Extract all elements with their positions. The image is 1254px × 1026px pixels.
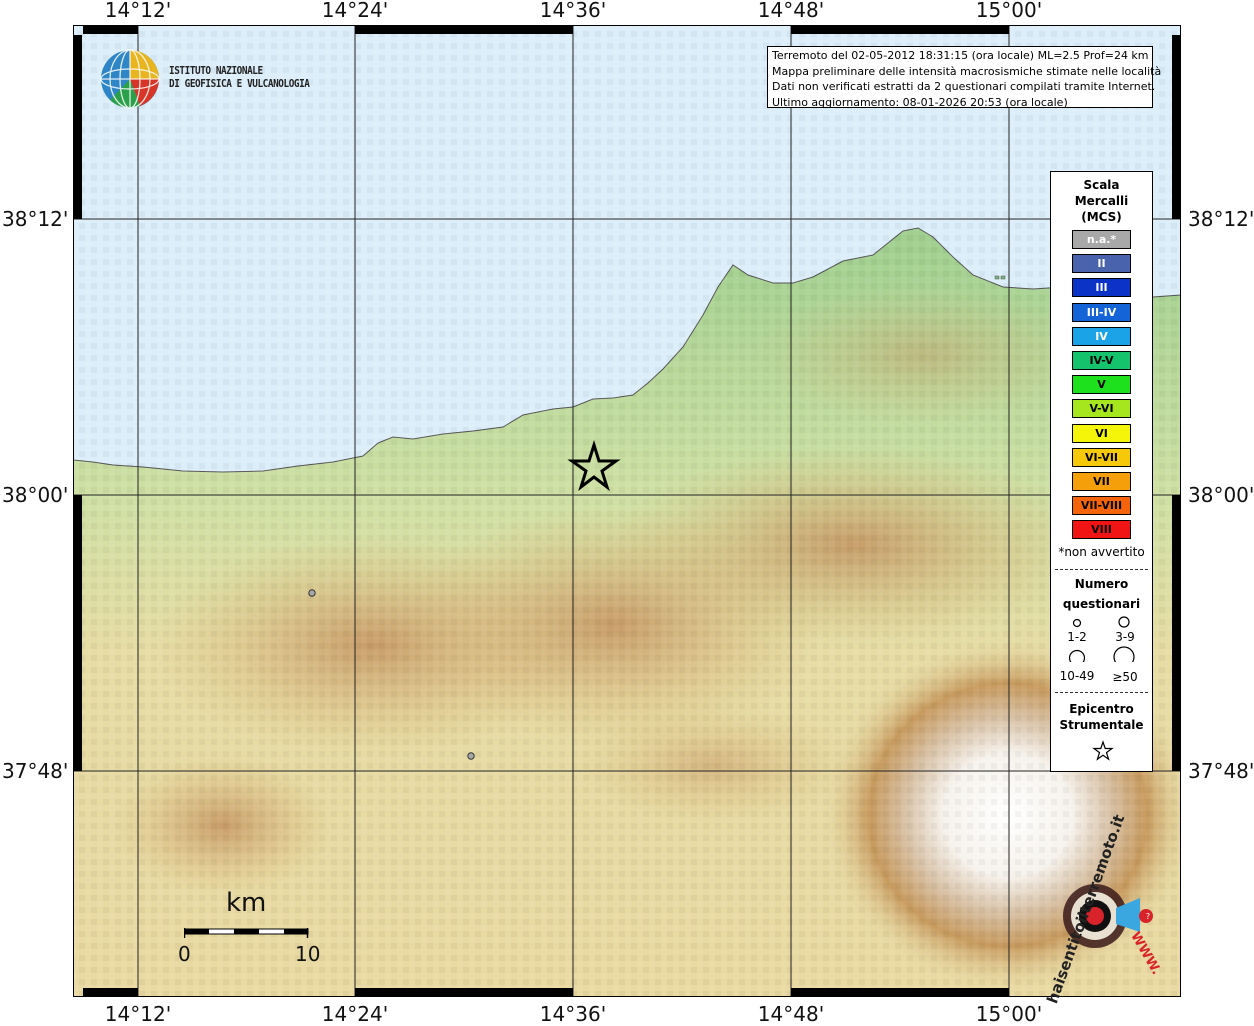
scale-ruler [184, 928, 309, 938]
mcs-level-swatch: III [1072, 278, 1131, 298]
bottom-tick-label: 14°36' [539, 1002, 607, 1026]
bottom-tick-label: 14°24' [321, 1002, 389, 1026]
scale-min: 0 [178, 942, 191, 966]
q-size-label: ≥50 [1112, 670, 1138, 684]
epicenter-star-icon [1092, 740, 1114, 761]
legend-title: Scala [1083, 178, 1120, 192]
scale-bar: km 0 10 [178, 888, 321, 968]
questionnaires-title: Numero [1074, 577, 1129, 591]
event-info-line: Terremoto del 02-05-2012 18:31:15 (ora l… [772, 49, 1149, 62]
islet [994, 275, 1000, 280]
left-tick-label: 38°00' [2, 483, 69, 507]
mcs-level-swatch: n.a.* [1072, 230, 1131, 249]
event-info-line: Ultimo aggiornamento: 08-01-2026 20:53 (… [772, 95, 1068, 109]
scale-max: 10 [295, 942, 321, 966]
ingv-name: ISTITUTO NAZIONALE DI GEOFISICA E VULCAN… [169, 64, 310, 90]
left-tick-label: 37°48' [2, 759, 69, 783]
event-info-line: Mappa preliminare delle intensità macros… [772, 64, 1162, 78]
mcs-level-swatch: VII [1072, 472, 1131, 491]
questionnaires-title: questionari [1062, 597, 1141, 611]
q-size-label: 10-49 [1059, 669, 1095, 683]
mcs-level-swatch: II [1072, 254, 1131, 274]
mcs-level-swatch: III-IV [1072, 302, 1131, 322]
top-tick-label: 14°36' [539, 0, 607, 22]
mcs-level-swatch: VII-VIII [1072, 496, 1131, 516]
svg-text:?: ? [1146, 912, 1150, 921]
haisentito-logo: ? haisentitoilterremoto.it WWW. [1030, 812, 1170, 1006]
mcs-level-swatch: VI-VII [1072, 447, 1131, 467]
top-tick-label: 15°00' [975, 0, 1043, 22]
mcs-level-swatch: V [1072, 375, 1131, 395]
epicenter-title: Epicentro [1069, 702, 1134, 716]
bottom-tick-label: 15°00' [975, 1002, 1043, 1026]
legend: Scala Mercalli (MCS) n.a.* II III III-IV IV I… [1050, 171, 1153, 772]
islet [1000, 275, 1006, 280]
right-tick-label: 38°00' [1188, 483, 1254, 507]
legend-title: Mercalli [1074, 194, 1129, 208]
top-tick-label: 14°12' [104, 0, 172, 22]
top-tick-label: 14°48' [757, 0, 825, 22]
questionnaire-point[interactable] [467, 752, 475, 760]
legend-title: (MCS) [1081, 210, 1122, 224]
mcs-level-swatch: V-VI [1072, 399, 1131, 419]
bottom-tick-label: 14°12' [104, 1002, 172, 1026]
event-info-line: Dati non verificati estratti da 2 questi… [772, 80, 1156, 93]
q-size-label: 3-9 [1115, 630, 1135, 644]
top-tick-label: 14°24' [321, 0, 389, 22]
legend-divider [1055, 692, 1148, 693]
bottom-tick-label: 14°48' [757, 1002, 825, 1026]
questionnaire-point[interactable] [308, 589, 316, 597]
right-tick-label: 38°12' [1188, 207, 1254, 231]
mcs-level-swatch: IV [1072, 326, 1131, 346]
not-felt-note: *non avvertito [1058, 545, 1145, 559]
scale-unit: km [226, 888, 267, 918]
mcs-level-swatch: VIII [1072, 520, 1131, 540]
globe-icon [100, 49, 160, 109]
event-info-box: Terremoto del 02-05-2012 18:31:15 (ora l… [767, 46, 1162, 109]
right-tick-label: 37°48' [1188, 759, 1254, 783]
map-area[interactable] [73, 25, 1181, 997]
terrain-map[interactable] [73, 25, 1181, 997]
left-tick-label: 38°12' [2, 207, 69, 231]
legend-divider [1055, 569, 1148, 570]
mcs-level-swatch: IV-V [1072, 351, 1131, 370]
epicenter-title: Strumentale [1059, 718, 1144, 732]
q-size-label: 1-2 [1067, 630, 1087, 644]
ingv-name-line2: DI GEOFISICA E VULCANOLOGIA [169, 77, 310, 90]
mcs-level-swatch: VI [1072, 423, 1131, 443]
ingv-name-line1: ISTITUTO NAZIONALE [169, 64, 263, 77]
